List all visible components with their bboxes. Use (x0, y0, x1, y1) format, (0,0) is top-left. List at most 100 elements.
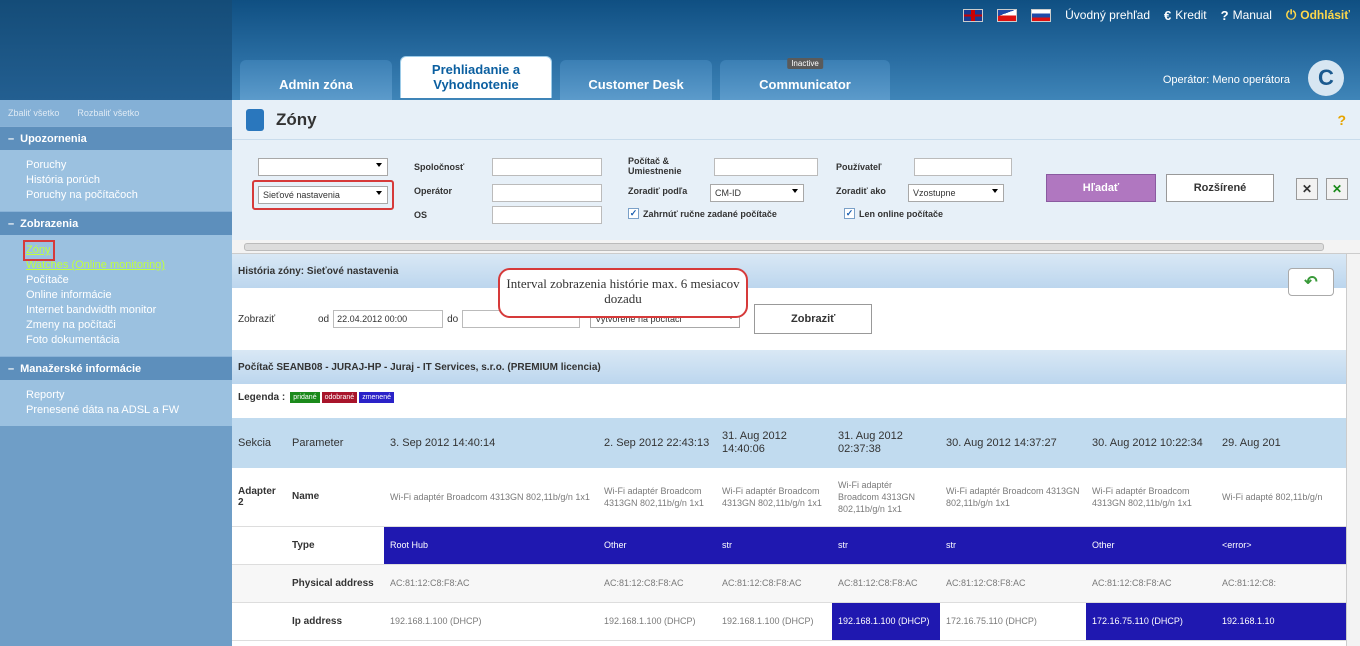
group-title: Zobrazenia (20, 217, 79, 230)
logout-link[interactable]: ⏻ Odhlásiť (1286, 7, 1350, 23)
value-cell: AC:81:12:C8:F8:AC (390, 578, 470, 588)
value-cell: <error> (1216, 526, 1346, 564)
value-cell: 192.168.1.100 (DHCP) (390, 616, 482, 626)
operator-input[interactable] (492, 184, 602, 202)
user-input[interactable] (914, 158, 1012, 176)
tab-customer-desk[interactable]: Customer Desk (560, 60, 712, 100)
column-header[interactable]: 30. Aug 2012 10:22:34 (1086, 418, 1216, 468)
header-text: 31. Aug 2012 14:40:06 (722, 430, 787, 455)
column-header[interactable]: 31. Aug 2012 02:37:38 (832, 418, 940, 468)
euro-icon: € (1164, 7, 1172, 23)
history-header: História zóny: Sieťové nastavenia (232, 254, 1346, 288)
column-header[interactable]: 2. Sep 2012 22:43:13 (598, 418, 716, 468)
sidebar-item-fault-history[interactable]: História porúch (26, 173, 232, 188)
horizontal-scrollbar[interactable] (232, 240, 1360, 254)
column-header[interactable]: 31. Aug 2012 14:40:06 (716, 418, 832, 468)
filter-panel: Sieťové nastavenia Spoločnosť Operátor O… (232, 140, 1360, 240)
sidebar-item-changes[interactable]: Zmeny na počítači (26, 318, 232, 333)
minus-icon: – (8, 132, 15, 145)
minus-icon: – (8, 362, 15, 375)
column-header[interactable]: 3. Sep 2012 14:40:14 (384, 418, 598, 468)
operator-name: Operátor: Meno operátora (1162, 74, 1290, 86)
company-input[interactable] (492, 158, 602, 176)
value-cell: Wi-Fi adaptér Broadcom 4313GN 802,11b/g/… (390, 491, 590, 502)
sidebar-group-management[interactable]: – Manažerské informácie (0, 356, 232, 380)
expand-all-link[interactable]: Rozbaliť všetko (77, 108, 139, 118)
column-header[interactable]: Sekcia (232, 418, 286, 468)
credit-link[interactable]: € Kredit (1164, 8, 1207, 23)
zone-icon (246, 108, 264, 131)
tab-browse-evaluate[interactable]: Prehliadanie a Vyhodnotenie (400, 56, 552, 98)
value-cell: Wi-Fi adaptér Broadcom 4313GN 802,11b/g/… (604, 485, 704, 508)
sort-by-label: Zoradiť podľa (628, 186, 688, 196)
param-cell: Name (292, 491, 320, 503)
overview-link[interactable]: Úvodný prehľad (1065, 8, 1150, 22)
sort-as-select[interactable]: Vzostupne (908, 184, 1004, 202)
chevron-down-icon (992, 189, 998, 193)
sidebar-item-watches[interactable]: Watches (Online monitoring) (26, 258, 232, 273)
user-label: Používateľ (836, 162, 882, 172)
help-icon[interactable]: ? (1337, 112, 1346, 128)
sidebar-group-alerts[interactable]: – Upozornenia (0, 126, 232, 150)
sidebar-item-photos[interactable]: Foto dokumentácia (26, 333, 232, 348)
value-cell: Wi-Fi adaptér Broadcom 4313GN 802,11b/g/… (838, 479, 916, 514)
sidebar-tools: Zbaliť všetko Rozbaliť všetko (0, 100, 232, 126)
tab-admin-zone[interactable]: Admin zóna (240, 60, 392, 100)
sidebar-item-computer-faults[interactable]: Poruchy na počítačoch (26, 188, 232, 203)
sidebar-item-online-info[interactable]: Online informácie (26, 288, 232, 303)
to-label: do (447, 313, 459, 325)
group-title: Upozornenia (20, 132, 87, 145)
os-input[interactable] (492, 206, 602, 224)
sidebar-item-faults[interactable]: Poruchy (26, 158, 232, 173)
tab-communicator[interactable]: Inactive Communicator (720, 58, 890, 100)
sidebar-group-views[interactable]: – Zobrazenia (0, 211, 232, 235)
sort-by-select[interactable]: CM-ID (710, 184, 804, 202)
export-excel-icon[interactable]: ✕ (1296, 178, 1318, 200)
select-value: CM-ID (715, 188, 741, 198)
online-only-checkbox[interactable]: ✓ Len online počítače (844, 208, 943, 219)
table-row: Physical address AC:81:12:C8:F8:AC AC:81… (232, 564, 1346, 602)
value-cell: 172.16.75.110 (DHCP) (946, 616, 1037, 626)
flag-uk-icon[interactable] (963, 8, 984, 22)
value-cell: Wi-Fi adaptér Broadcom 4313GN 802,11b/g/… (1092, 485, 1192, 508)
export-excel-green-icon[interactable]: ✕ (1326, 178, 1348, 200)
value-cell: str (940, 526, 1086, 564)
flag-sk-icon[interactable] (1031, 8, 1052, 22)
from-date-input[interactable]: 22.04.2012 00:00 (333, 310, 444, 328)
sidebar-item-reports[interactable]: Reporty (26, 388, 232, 403)
header-text: 30. Aug 2012 14:37:27 (946, 436, 1057, 449)
sidebar-item-zones[interactable]: Zóny (23, 240, 55, 261)
include-manual-checkbox[interactable]: ✓ Zahrnúť ručne zadané počítače (628, 208, 777, 219)
column-header[interactable]: Parameter (286, 418, 384, 468)
header-text: 31. Aug 2012 02:37:38 (838, 430, 903, 455)
sidebar-item-bandwidth[interactable]: Internet bandwidth monitor (26, 303, 232, 318)
filter-select-1[interactable] (258, 158, 388, 176)
computer-location-input[interactable] (714, 158, 818, 176)
company-label: Spoločnosť (414, 162, 465, 172)
advanced-button[interactable]: Rozšírené (1166, 174, 1274, 202)
tab-label: Customer Desk (588, 77, 684, 92)
column-header[interactable]: 29. Aug 201 (1216, 418, 1346, 468)
tab-label: Prehliadanie a Vyhodnotenie (431, 62, 521, 92)
value-cell: 172.16.75.110 (DHCP) (1086, 602, 1216, 640)
vertical-scrollbar[interactable] (1346, 254, 1360, 646)
section-cell (232, 564, 286, 602)
collapse-all-link[interactable]: Zbaliť všetko (8, 108, 59, 118)
sidebar-item-adsl-data[interactable]: Prenesené dáta na ADSL a FW (26, 403, 232, 418)
show-label: Zobraziť (238, 313, 276, 325)
history-filter-row: Zobraziť od 22.04.2012 00:00 do Vytvoren… (232, 296, 1346, 342)
operator-label: Operátor (414, 186, 453, 196)
header-text: 30. Aug 2012 10:22:34 (1092, 436, 1203, 449)
top-header: Úvodný prehľad € Kredit ? Manual ⏻ Odhlásiť… (0, 0, 1360, 100)
column-header[interactable]: 30. Aug 2012 14:37:27 (940, 418, 1086, 468)
scroll-thumb[interactable] (244, 243, 1324, 251)
search-button[interactable]: Hľadať (1046, 174, 1156, 202)
show-button[interactable]: Zobraziť (754, 304, 873, 334)
flag-cz-icon[interactable] (997, 8, 1018, 22)
power-icon: ⏻ (1285, 7, 1297, 22)
tab-label: Communicator (759, 77, 851, 92)
sidebar-item-computers[interactable]: Počítače (26, 273, 232, 288)
back-arrow-icon[interactable]: ↶ (1288, 268, 1334, 296)
history-table: Sekcia Parameter 3. Sep 2012 14:40:14 2.… (232, 418, 1346, 641)
manual-link[interactable]: ? Manual (1221, 8, 1272, 23)
